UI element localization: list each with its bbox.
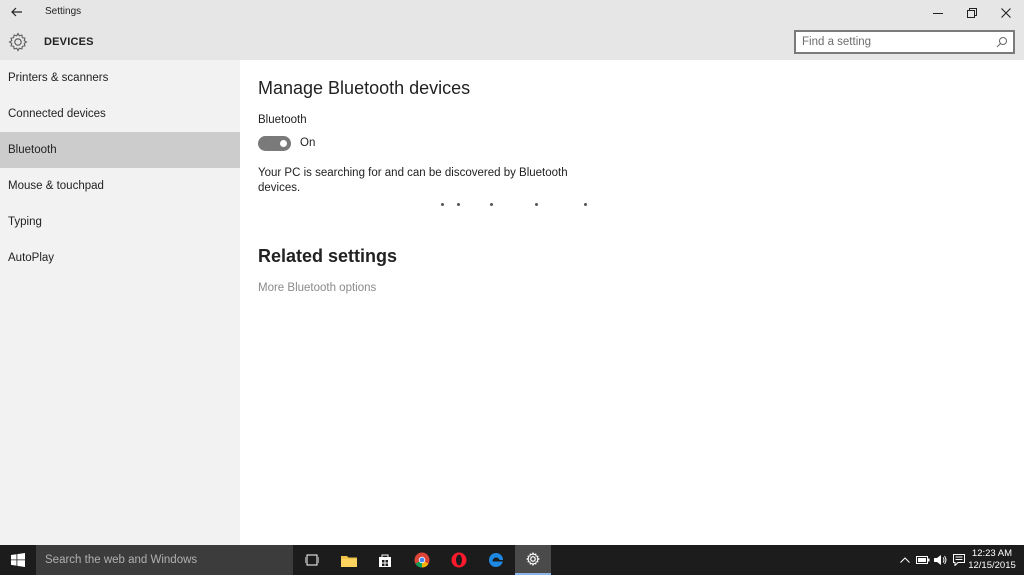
chrome-button[interactable]	[404, 545, 440, 575]
sidebar: Printers & scanners Connected devices Bl…	[0, 60, 240, 545]
progress-dot	[535, 203, 538, 206]
taskbar-search[interactable]: Search the web and Windows	[36, 545, 293, 575]
progress-dot	[584, 203, 587, 206]
edge-button[interactable]	[478, 545, 514, 575]
progress-dot	[457, 203, 460, 206]
sidebar-item-mouse-touchpad[interactable]: Mouse & touchpad	[0, 168, 240, 204]
back-button[interactable]	[6, 3, 28, 21]
taskbar: Search the web and Windows 12:23 AM 12/1…	[0, 545, 1024, 575]
search-icon[interactable]	[996, 36, 1008, 48]
task-view-button[interactable]	[294, 545, 330, 575]
windows-logo-icon	[11, 553, 25, 567]
arrow-left-icon	[11, 7, 22, 17]
file-explorer-button[interactable]	[331, 545, 367, 575]
search-box[interactable]	[794, 30, 1015, 54]
clock-time: 12:23 AM	[971, 548, 1013, 559]
bluetooth-label: Bluetooth	[258, 114, 307, 126]
gear-icon	[8, 32, 28, 52]
toggle-state-label: On	[300, 137, 316, 149]
chevron-up-icon	[900, 557, 910, 563]
store-icon	[379, 554, 391, 567]
gear-icon	[526, 552, 540, 566]
action-center-button[interactable]	[952, 553, 966, 567]
title-bar: Settings	[0, 0, 1024, 26]
show-hidden-icons-button[interactable]	[898, 553, 912, 567]
opera-icon	[451, 552, 467, 568]
minimize-icon	[933, 13, 943, 14]
minimize-button[interactable]	[921, 0, 955, 26]
status-description: Your PC is searching for and can be disc…	[258, 167, 568, 194]
sidebar-item-connected-devices[interactable]: Connected devices	[0, 96, 240, 132]
close-icon	[1001, 8, 1011, 18]
sidebar-item-bluetooth[interactable]: Bluetooth	[0, 132, 240, 168]
bluetooth-toggle[interactable]	[258, 136, 291, 151]
progress-dot	[490, 203, 493, 206]
taskbar-search-placeholder: Search the web and Windows	[45, 554, 198, 566]
clock-date: 12/15/2015	[968, 560, 1016, 571]
speaker-icon	[934, 555, 947, 565]
sidebar-item-printers-scanners[interactable]: Printers & scanners	[0, 60, 240, 96]
restore-icon	[967, 8, 977, 18]
settings-window: Settings DEVICES Printers & scanners Con…	[0, 0, 1024, 545]
battery-icon	[916, 556, 930, 564]
page-title: Manage Bluetooth devices	[258, 78, 471, 98]
sidebar-item-typing[interactable]: Typing	[0, 204, 240, 240]
main-content: Manage Bluetooth devices Bluetooth On Yo…	[240, 60, 1024, 545]
toggle-knob	[280, 140, 287, 147]
battery-button[interactable]	[916, 553, 930, 567]
sidebar-item-autoplay[interactable]: AutoPlay	[0, 240, 240, 276]
close-button[interactable]	[989, 0, 1023, 26]
start-button[interactable]	[0, 545, 36, 575]
progress-dot	[441, 203, 444, 206]
restore-button[interactable]	[955, 0, 989, 26]
chrome-icon	[414, 552, 430, 568]
section-title: DEVICES	[44, 36, 94, 48]
page-header: DEVICES	[0, 26, 1024, 60]
taskbar-clock[interactable]: 12:23 AM 12/15/2015	[967, 548, 1017, 572]
settings-app-button[interactable]	[515, 545, 551, 575]
search-input[interactable]	[802, 35, 992, 49]
task-view-icon	[305, 554, 319, 566]
edge-icon	[488, 552, 503, 567]
related-settings-heading: Related settings	[258, 246, 398, 266]
app-title: Settings	[45, 6, 82, 17]
opera-button[interactable]	[441, 545, 477, 575]
volume-button[interactable]	[933, 553, 947, 567]
folder-icon	[341, 555, 357, 567]
store-button[interactable]	[367, 545, 403, 575]
notification-icon	[953, 554, 965, 566]
more-bluetooth-options-link[interactable]: More Bluetooth options	[258, 282, 376, 294]
